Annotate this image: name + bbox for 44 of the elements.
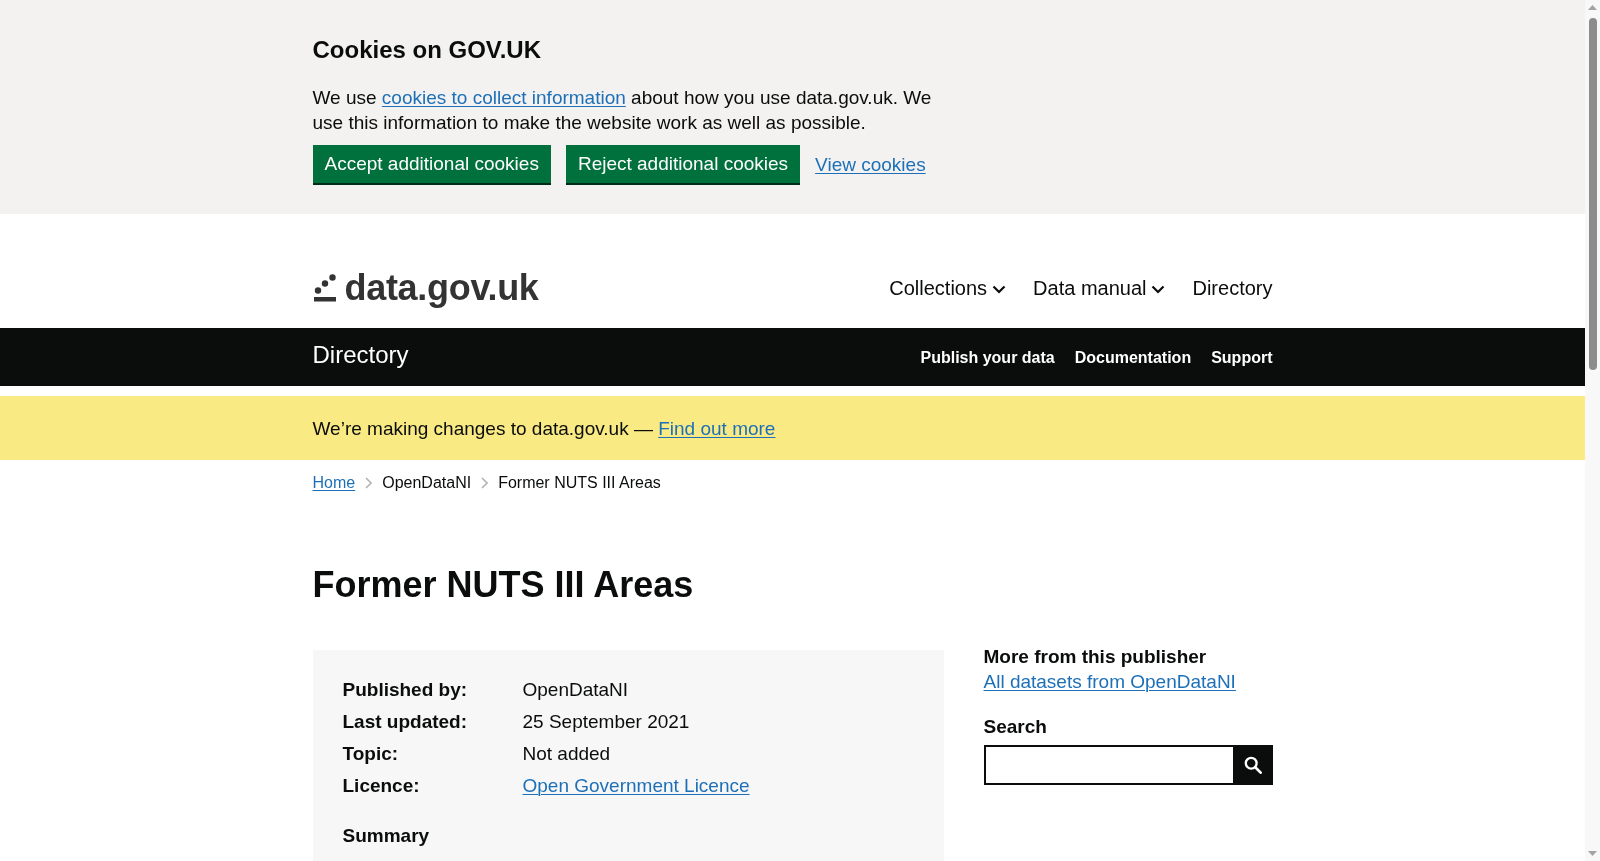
cookie-button[interactable]: Reject additional cookies bbox=[565, 145, 801, 183]
summary-heading: Summary bbox=[342, 824, 430, 848]
down-arrow-icon[interactable] bbox=[1588, 851, 1597, 856]
metadata-link[interactable]: Open Government Licence bbox=[522, 775, 750, 796]
service-nav-link[interactable]: Documentation bbox=[1074, 348, 1192, 368]
breadcrumb-item: OpenDataNI bbox=[382, 473, 472, 493]
scrollbar[interactable] bbox=[1585, 0, 1600, 861]
nav-link[interactable]: Directory bbox=[1192, 275, 1273, 301]
service-nav-link[interactable]: Publish your data bbox=[920, 348, 1055, 368]
up-arrow-icon[interactable] bbox=[1588, 5, 1597, 10]
publisher-datasets-link[interactable]: All datasets from OpenDataNI bbox=[983, 669, 1236, 694]
cookie-message: We use cookies to collect information about how you use data.gov.uk. We use this information to make the website work as well as possible. bbox=[312, 86, 933, 135]
caret-down-icon bbox=[1151, 284, 1166, 294]
metadata-label: Topic: bbox=[342, 742, 399, 766]
chevron-right-icon bbox=[481, 477, 489, 489]
metadata-value: Not added bbox=[522, 742, 611, 766]
breadcrumb-item: Former NUTS III Areas bbox=[498, 473, 661, 493]
metadata-label: Licence: bbox=[342, 774, 420, 798]
find-out-more-link[interactable]: Find out more bbox=[658, 418, 776, 439]
nav-link[interactable]: Data manual bbox=[1033, 275, 1166, 301]
search-label: Search bbox=[983, 715, 1047, 739]
caret-down-icon bbox=[992, 284, 1007, 294]
nav-link[interactable]: Collections bbox=[889, 275, 1007, 301]
scrollbar-thumb[interactable] bbox=[1588, 18, 1597, 370]
metadata-value: OpenDataNI bbox=[522, 678, 629, 702]
service-nav-link[interactable]: Support bbox=[1211, 348, 1273, 368]
metadata-label: Published by: bbox=[342, 678, 468, 702]
cookie-info-link[interactable]: cookies to collect information bbox=[381, 87, 626, 108]
cookie-button[interactable]: Accept additional cookies bbox=[312, 145, 551, 183]
cookie-banner-title: Cookies on GOV.UK bbox=[312, 35, 542, 65]
notice-message: We’re making changes to data.gov.uk — Find out more bbox=[312, 417, 777, 441]
metadata-label: Last updated: bbox=[342, 710, 468, 734]
search-field[interactable] bbox=[983, 745, 1233, 785]
publisher-heading: More from this publisher bbox=[983, 645, 1207, 669]
search-button[interactable] bbox=[1232, 745, 1273, 785]
dots-logo-icon bbox=[312, 274, 337, 302]
breadcrumb-link[interactable]: Home bbox=[312, 473, 356, 493]
site-logo[interactable]: data.gov.uk bbox=[312, 270, 539, 306]
view-cookies-link[interactable]: View cookies bbox=[815, 151, 926, 177]
page-title: Former NUTS III Areas bbox=[312, 565, 695, 605]
search-icon bbox=[1243, 756, 1262, 774]
metadata-value: 25 September 2021 bbox=[522, 710, 690, 734]
service-title: Directory bbox=[312, 340, 409, 370]
chevron-right-icon bbox=[365, 477, 373, 489]
